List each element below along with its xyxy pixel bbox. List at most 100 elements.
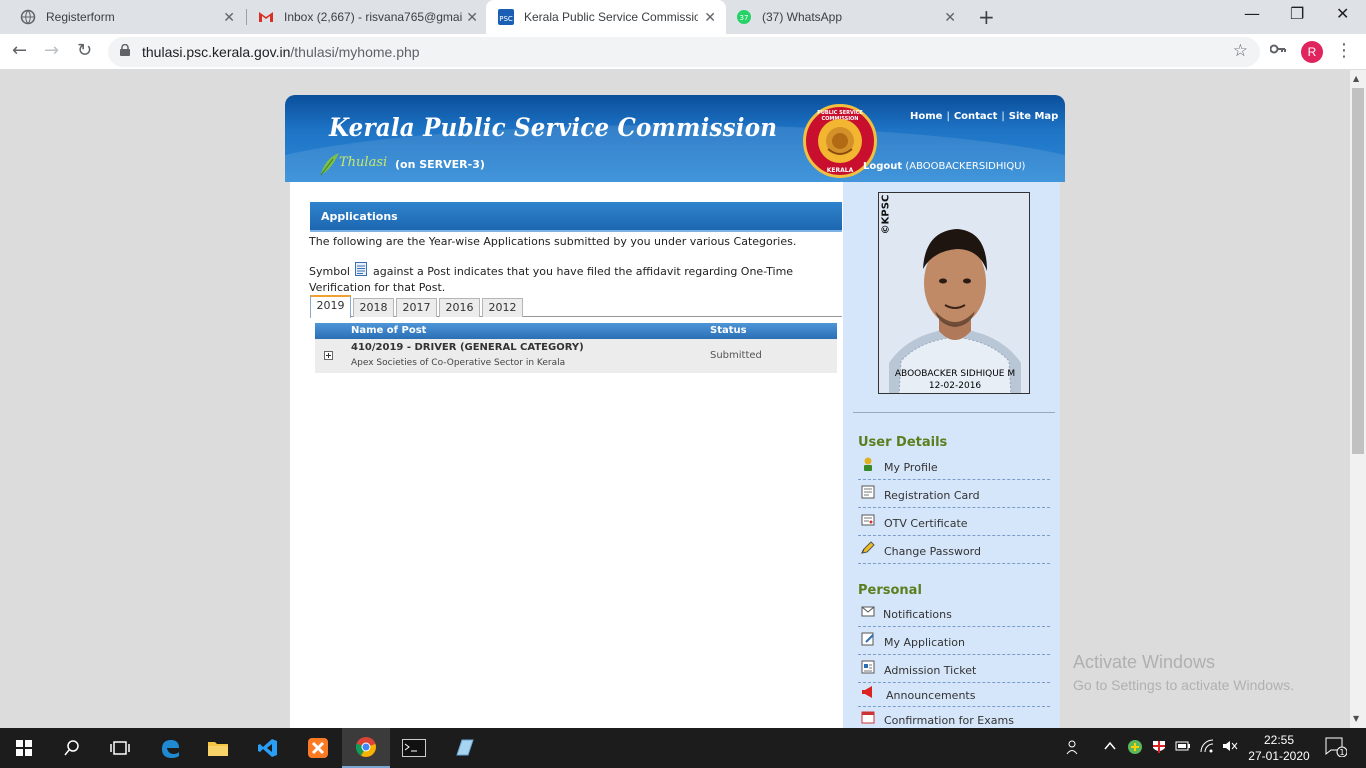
applications-intro: The following are the Year-wise Applicat… [309,235,797,248]
search-icon[interactable] [48,728,96,768]
logout-link[interactable]: Logout [863,161,902,172]
key-icon[interactable] [1269,42,1286,58]
home-link[interactable]: Home [910,111,942,122]
sidebar-divider [853,412,1055,413]
sidebar-item-otv-certificate[interactable]: OTV Certificate [858,508,1050,536]
profile-icon [864,457,872,471]
wifi-icon[interactable] [1199,739,1215,757]
browser-tab-gmail[interactable]: Inbox (2,667) - risvana765@gmail ✕ [238,0,488,34]
thulasi-logo: Thulasi [319,151,387,177]
people-icon[interactable] [1066,739,1082,759]
post-department: Apex Societies of Co-Operative Sector in… [351,358,566,368]
bookmark-star-icon[interactable]: ☆ [1233,41,1248,61]
link-separator: | [1001,111,1005,122]
notepad-icon[interactable] [440,728,488,768]
year-tab-2019[interactable]: 2019 [310,295,351,318]
emblem-seal [818,119,862,163]
scroll-down-icon[interactable]: ▼ [1353,714,1359,723]
logout-area: Logout (ABOOBACKERSIDHIQU) [863,161,1025,172]
windows-logo-icon [16,740,32,756]
system-clock[interactable]: 22:55 27-01-2020 [1248,732,1310,764]
sidebar-item-label: My Application [884,636,965,649]
close-tab-icon[interactable]: ✕ [944,9,956,26]
browser-tab-registerform[interactable]: Registerform ✕ [0,0,245,34]
year-tab-2017[interactable]: 2017 [396,298,437,317]
close-window-button[interactable]: ✕ [1336,4,1349,23]
sidebar-item-change-password[interactable]: Change Password [858,536,1050,564]
top-links: Home | Contact | Site Map [910,111,1058,122]
year-tab-2018[interactable]: 2018 [353,298,394,317]
xampp-icon[interactable] [294,728,342,768]
pencil-icon [861,541,875,554]
notification-count: 1 [1339,748,1344,757]
photo-caption-date: 12-02-2016 [928,381,982,391]
main-content: Applications The following are the Year-… [290,182,1060,728]
sidebar-item-my-application[interactable]: My Application [858,627,1050,655]
chrome-icon[interactable] [342,728,390,768]
year-tab-2016[interactable]: 2016 [439,298,480,317]
browser-tab-kpsc[interactable]: PSC Kerala Public Service Commission ✕ [486,0,726,34]
sitemap-link[interactable]: Site Map [1009,111,1059,122]
edge-icon[interactable] [146,728,194,768]
whatsapp-badge: 37 [740,14,749,22]
expand-row-icon[interactable] [324,351,333,360]
browser-tab-whatsapp[interactable]: 37 (37) WhatsApp ✕ [726,0,966,34]
address-bar[interactable]: thulasi.psc.kerala.gov.in/thulasi/myhome… [108,37,1260,67]
sidebar-item-admission-ticket[interactable]: Admission Ticket [858,655,1050,683]
table-header: Name of Post Status [315,323,837,339]
megaphone-icon [862,686,872,698]
person-photo-image [879,193,1029,393]
security-plus-icon[interactable] [1127,739,1143,759]
shield-icon[interactable] [1151,739,1167,759]
scroll-up-icon[interactable]: ▲ [1353,74,1359,83]
column-name-of-post: Name of Post [351,325,427,336]
sidebar-item-label: Confirmation for Exams [884,714,1014,727]
new-tab-button[interactable]: + [978,5,995,29]
logged-user: (ABOOBACKERSIDHIQU) [905,161,1026,172]
sidebar-item-confirmation[interactable]: Confirmation for Exams [858,707,1050,728]
start-button[interactable] [0,728,48,768]
minimize-button[interactable]: — [1244,4,1260,23]
calendar-icon [861,711,875,724]
clock-date: 27-01-2020 [1248,749,1310,763]
applications-title: Applications [321,210,398,223]
user-details-heading: User Details [858,435,948,450]
close-tab-icon[interactable]: ✕ [466,9,478,26]
close-tab-icon[interactable]: ✕ [704,9,716,26]
url-text: thulasi.psc.kerala.gov.in/thulasi/myhome… [142,44,420,60]
restore-button[interactable]: ❐ [1290,4,1304,23]
file-explorer-icon[interactable] [194,728,242,768]
url-path: /thulasi/myhome.php [290,44,420,60]
table-row: 410/2019 - DRIVER (GENERAL CATEGORY) Ape… [315,339,837,373]
tab-title: Kerala Public Service Commission [524,10,698,24]
scroll-thumb[interactable] [1352,88,1364,454]
kpsc-page: Kerala Public Service Commission Thulasi… [285,95,1065,728]
volume-muted-icon[interactable] [1222,739,1238,757]
right-sidebar: ©KPSC ABOOBACKER SIDHIQUE M 12-02-2016 U… [843,182,1060,728]
task-view-icon[interactable] [96,728,144,768]
reload-icon[interactable]: ↻ [77,40,92,61]
action-center-icon[interactable]: 1 [1325,737,1348,761]
forward-icon[interactable]: → [44,40,59,61]
year-tab-2012[interactable]: 2012 [482,298,523,317]
svg-text:PSC: PSC [499,15,513,23]
sidebar-item-my-profile[interactable]: My Profile [858,452,1050,480]
terminal-icon[interactable] [390,728,438,768]
menu-kebab-icon[interactable]: ⋮ [1335,40,1353,61]
personal-heading: Personal [858,583,922,598]
vscode-icon[interactable] [244,728,292,768]
back-icon[interactable]: ← [12,40,27,61]
edit-icon [861,632,874,646]
sidebar-item-notifications[interactable]: Notifications [858,599,1050,627]
page-scrollbar[interactable]: ▲ ▼ [1350,70,1366,728]
tab-title: Inbox (2,667) - risvana765@gmail [284,10,462,24]
contact-link[interactable]: Contact [954,111,998,122]
show-hidden-icons-icon[interactable] [1103,739,1117,757]
browser-tabstrip: Registerform ✕ Inbox (2,667) - risvana76… [0,0,1366,34]
profile-avatar[interactable]: R [1301,41,1323,63]
year-tabs: 2019 2018 2017 2016 2012 [310,295,842,318]
sidebar-item-announcements[interactable]: Announcements [858,681,1050,707]
certificate-icon [861,514,875,526]
close-tab-icon[interactable]: ✕ [223,9,235,26]
sidebar-item-registration-card[interactable]: Registration Card [858,480,1050,508]
